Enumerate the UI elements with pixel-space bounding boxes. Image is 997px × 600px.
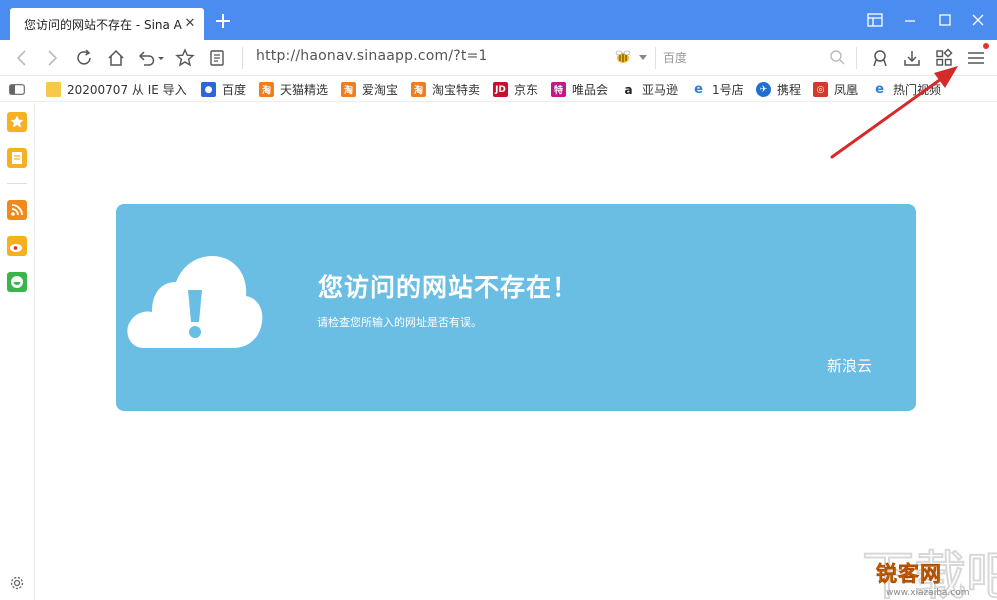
bookmark-item[interactable]: JD 京东 [493,81,538,98]
active-tab[interactable]: 您访问的网站不存在 - Sina A ✕ [10,8,204,40]
tab-close-icon[interactable]: ✕ [184,17,196,30]
minimize-icon[interactable] [900,10,920,30]
bookmark-item[interactable]: a 亚马逊 [621,81,678,98]
settings-gear-icon[interactable] [9,575,25,591]
search-engine-dropdown-icon[interactable] [638,54,648,62]
menu-icon[interactable] [966,48,986,68]
sidebar-divider [7,183,27,184]
toolbar-divider [856,47,857,69]
search-icon[interactable] [829,49,845,65]
notes-icon[interactable] [7,148,27,168]
sidebar-toggle-icon[interactable] [9,84,25,95]
apps-icon[interactable] [934,48,954,68]
folder-icon [46,82,61,97]
close-window-icon[interactable] [968,10,988,30]
error-card: 您访问的网站不存在！ 请检查您所输入的网址是否有误。 新浪云 [116,204,916,411]
bookmark-item[interactable]: 淘 淘宝特卖 [411,81,480,98]
left-sidebar [0,103,35,600]
search-input[interactable]: 百度 [663,49,687,66]
baidu-icon: ● [201,82,216,97]
user-icon[interactable] [870,48,890,68]
tab-list-icon[interactable] [865,10,885,30]
search-divider [655,47,656,69]
watermark-url: www.xiazaiba.com [886,588,970,598]
toolbar-divider [242,47,243,69]
refresh-icon[interactable] [74,48,94,68]
error-subtitle: 请检查您所输入的网址是否有误。 [317,316,482,329]
watermark-text: 锐客网 [876,562,942,587]
maximize-icon[interactable] [935,10,955,30]
bookmark-item[interactable]: ● 百度 [201,81,246,98]
error-title: 您访问的网站不存在！ [318,273,579,302]
new-tab-icon[interactable] [214,12,232,30]
ie-icon: e [691,82,706,97]
notification-dot [983,43,989,49]
bookmark-item[interactable]: ◎ 凤凰 [813,81,858,98]
amazon-icon: a [621,82,636,97]
taobao-icon: 淘 [259,82,274,97]
bookmarks-bar: 20200707 从 IE 导入 ● 百度 淘 天猫精选 淘 爱淘宝 淘 淘宝特… [0,77,997,102]
tab-title: 您访问的网站不存在 - Sina A [24,17,182,32]
favorites-star-icon[interactable] [7,112,27,132]
cloud-warning-icon [127,256,263,348]
bookmark-item[interactable]: 淘 天猫精选 [259,81,328,98]
ctrip-icon: ✈ [756,82,771,97]
ifeng-icon: ◎ [813,82,828,97]
bookmark-item[interactable]: ✈ 携程 [756,81,801,98]
search-engine-bee-icon[interactable] [613,49,633,65]
bookmark-item[interactable]: 特 唯品会 [551,81,608,98]
title-bar: 您访问的网站不存在 - Sina A ✕ [0,0,997,40]
ie-icon: e [872,82,887,97]
back-icon[interactable] [12,48,32,68]
home-icon[interactable] [106,48,126,68]
download-icon[interactable] [902,48,922,68]
taobao-icon: 淘 [341,82,356,97]
bookmark-item[interactable]: 淘 爱淘宝 [341,81,398,98]
taobao-icon: 淘 [411,82,426,97]
weibo-icon[interactable] [7,236,27,256]
navigation-toolbar [0,40,997,76]
address-bar[interactable]: http://haonav.sinaapp.com/?t=1 [256,48,488,64]
bookmark-item[interactable]: e 热门视频 [872,81,941,98]
bookmark-item[interactable]: e 1号店 [691,81,744,98]
favorite-star-icon[interactable] [175,48,195,68]
forward-icon[interactable] [42,48,62,68]
rss-icon[interactable] [7,200,27,220]
bookmark-folder[interactable]: 20200707 从 IE 导入 [46,81,187,98]
sina-cloud-label: 新浪云 [827,357,873,375]
vip-icon: 特 [551,82,566,97]
reading-mode-icon[interactable] [207,48,227,68]
chat-face-icon[interactable] [7,272,27,292]
jd-icon: JD [493,82,508,97]
undo-close-tab-icon[interactable] [136,48,166,68]
